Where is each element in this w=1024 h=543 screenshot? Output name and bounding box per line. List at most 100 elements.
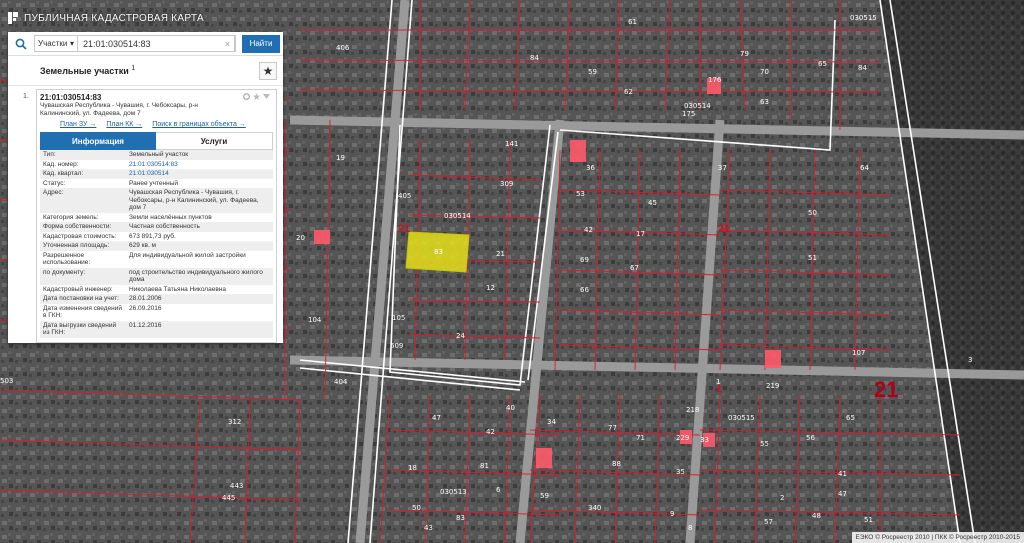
parcel-number: 51: [864, 516, 873, 524]
attribute-row: Категория земель: Земли населённых пункто…: [40, 212, 273, 222]
attribute-row: Форма собственности: Частная собственност…: [40, 222, 273, 232]
block-label: 404: [334, 378, 348, 386]
info-tabs: Информация Услуги: [40, 132, 273, 150]
attribute-row: по документу: под строительство индивидуа…: [40, 267, 273, 285]
parcel-number: 104: [308, 316, 322, 324]
results-header: Земельные участки 1 ★: [8, 56, 283, 86]
chevron-down-icon: ▾: [69, 39, 74, 48]
parcel-number: 218: [686, 406, 699, 414]
parcel-number: 47: [432, 414, 441, 422]
attribute-value[interactable]: 21:01:030514: [126, 169, 273, 179]
search-icon[interactable]: [8, 32, 34, 56]
block-label: 030514: [444, 212, 471, 220]
object-type-value: Участки: [38, 39, 68, 48]
app-title-bar: ПУБЛИЧНАЯ КАДАСТРОВАЯ КАРТА: [8, 10, 204, 26]
attribute-value: Земельный участок: [129, 151, 189, 158]
search-in-bounds-link[interactable]: Поиск в границах объекта →: [152, 121, 246, 128]
parcel-number: 77: [608, 424, 617, 432]
attribute-key: Кад. квартал:: [43, 170, 84, 177]
parcel-number: 65: [818, 60, 827, 68]
parcel-number: 41: [838, 470, 847, 478]
block-label: 3: [968, 356, 972, 364]
parcel-number: 17: [636, 230, 645, 238]
parcel-number: 53: [576, 190, 585, 198]
parcel-number: 176: [708, 76, 722, 84]
attribute-row: Кад. квартал: 21:01:030514: [40, 169, 273, 179]
parcel-number: 175: [682, 110, 695, 118]
plan-kk-link[interactable]: План КК →: [106, 121, 142, 128]
result-index: 1.: [23, 93, 29, 100]
parcel-number: 33: [700, 436, 709, 444]
attribute-value: Земли населённых пунктов: [129, 213, 212, 221]
attribute-key: Кадастровый инженер:: [43, 285, 113, 293]
parcel-number: 2: [780, 494, 784, 502]
object-type-select[interactable]: Участки ▾: [34, 35, 78, 52]
parcel-number: 59: [540, 492, 549, 500]
parcel-number: 24: [456, 332, 465, 340]
parcel-number: 406: [336, 44, 350, 52]
attribute-value: 629 кв. м: [129, 242, 157, 249]
attribute-key: по документу:: [43, 268, 86, 276]
parcel-number: 9: [670, 510, 674, 518]
parcel-number: 21: [496, 250, 505, 258]
parcel-number: 40: [506, 404, 515, 412]
parcel-number: 70: [760, 68, 769, 76]
attribute-row: Дата выгрузки сведений из ГКН: 01.12.2016: [40, 320, 273, 338]
result-card: 1. 21:01:030514:83 Чувашская Республика …: [23, 89, 277, 343]
attribute-row: Разрешенное использование: Для индивидуал…: [40, 250, 273, 268]
parcel-number: 443: [230, 482, 243, 490]
parcel-number: 83: [456, 514, 465, 522]
parcel-number: 56: [806, 434, 815, 442]
attribute-value: 28.01.2006: [129, 295, 162, 302]
tab-information[interactable]: Информация: [40, 132, 156, 150]
attribute-row: Кадастровая стоимость: 673 891,73 руб.: [40, 231, 273, 241]
attribute-value: под строительство индивидуального жилого…: [129, 268, 263, 284]
parcel-number: 340: [588, 504, 601, 512]
tab-services[interactable]: Услуги: [156, 132, 273, 150]
parcel-number: 405: [398, 192, 411, 200]
parcel-number: 63: [760, 98, 769, 106]
result-cadastral-number[interactable]: 21:01:030514:83: [40, 93, 273, 102]
parcel-number: 42: [584, 226, 593, 234]
star-icon[interactable]: [253, 93, 260, 100]
zoom-to-icon[interactable]: [243, 93, 250, 100]
attribute-value: Ранее учтенный: [129, 179, 178, 187]
attribute-key: Тип:: [43, 151, 56, 158]
block-label: 030514: [684, 102, 711, 110]
attribute-value: Николаева Татьяна Николаевна: [129, 285, 226, 293]
plan-zu-link[interactable]: План ЗУ →: [60, 121, 96, 128]
parcel-number: 18: [408, 464, 417, 472]
attribute-row: Адрес: Чувашская Республика - Чувашия, г.…: [40, 188, 273, 213]
block-label: 030513: [440, 488, 467, 496]
parcel-number: 65: [846, 414, 855, 422]
parcel-number: 107: [852, 349, 865, 357]
parcel-number: 50: [808, 209, 817, 217]
parcel-number: 35: [676, 468, 685, 476]
parcel-number: 12: [486, 284, 495, 292]
attribute-key: Дата постановки на учет:: [43, 295, 119, 302]
parcel-number: 47: [838, 490, 847, 498]
parcel-number: 55: [760, 440, 769, 448]
attribute-key: Адрес:: [43, 189, 64, 196]
parcel-number: 66: [580, 286, 589, 294]
attribute-value[interactable]: 21:01:030514:83: [126, 160, 273, 170]
find-button[interactable]: Найти: [242, 34, 280, 53]
results-title: Земельные участки 1: [40, 65, 136, 76]
cadastral-number-input[interactable]: [78, 35, 236, 52]
search-bar: Участки ▾ × Найти: [8, 32, 283, 56]
parcel-number: 79: [740, 50, 749, 58]
attribute-key: Категория земель:: [43, 213, 99, 221]
favorite-star-icon[interactable]: ★: [259, 61, 277, 80]
expand-icon[interactable]: [263, 93, 270, 100]
attribute-key: Кад. номер:: [43, 160, 79, 168]
card-actions: [243, 93, 270, 100]
map-attribution: ЕЭКО © Росреестр 2010 | ПКК © Росреестр …: [851, 532, 1024, 543]
parcel-number: 88: [612, 460, 621, 468]
attribute-key: Дата выгрузки сведений из ГКН:: [43, 321, 117, 337]
attribute-row: Тип: Земельный участок: [40, 150, 273, 160]
parcel-number: 20: [296, 234, 305, 242]
clear-icon[interactable]: ×: [221, 35, 235, 52]
result-address: Чувашская Республика - Чувашия, г. Чебок…: [40, 102, 198, 117]
block-label: 503: [0, 377, 13, 385]
attribute-key: Дата изменения сведений в ГКН:: [43, 304, 123, 320]
